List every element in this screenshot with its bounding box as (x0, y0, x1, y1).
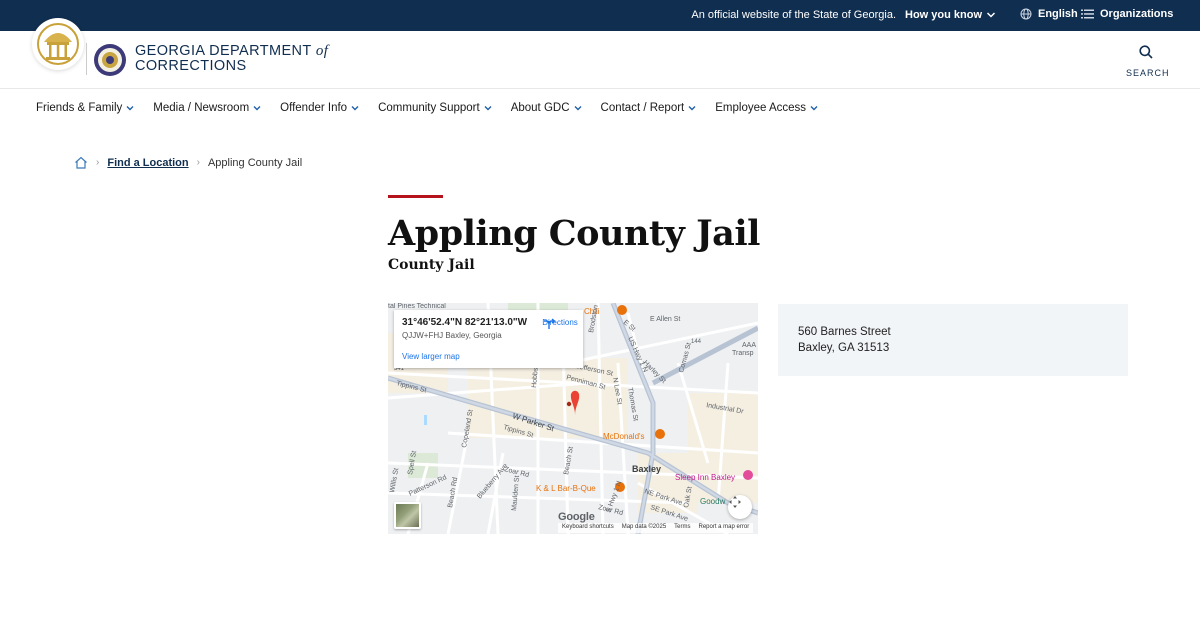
chevron-down-icon (484, 106, 492, 111)
home-icon[interactable] (74, 156, 88, 169)
move-icon (729, 496, 741, 508)
directions-button[interactable]: Directions (542, 318, 578, 329)
georgia-seal-logo[interactable] (32, 18, 84, 70)
address-line-2: Baxley, GA 31513 (798, 342, 890, 354)
how-you-know-label: How you know (905, 9, 982, 21)
address-line-1: 560 Barnes Street (798, 326, 891, 338)
nav-item-employee-access[interactable]: Employee Access (715, 102, 819, 114)
map-label: K & L Bar-B-Que (536, 484, 596, 493)
nav-label: About GDC (510, 102, 570, 114)
brand-line-2: CORRECTIONS (135, 58, 247, 74)
breadcrumb-separator: › (96, 157, 100, 168)
nav-item-friends-family[interactable]: Friends & Family (36, 102, 135, 114)
title-accent-bar (388, 195, 443, 198)
brand-of: of (315, 43, 329, 59)
address-box: 560 Barnes Street Baxley, GA 31513 (778, 304, 1128, 376)
globe-icon (1020, 8, 1032, 20)
nav-label: Friends & Family (36, 102, 123, 114)
nav-item-contact-report[interactable]: Contact / Report (601, 102, 698, 114)
chevron-down-icon (810, 106, 818, 111)
map-plus-code: QJJW+FHJ Baxley, Georgia (402, 331, 502, 340)
site-header: GEORGIA DEPARTMENT of CORRECTIONS SEARCH (0, 18, 1200, 89)
nav-label: Contact / Report (600, 102, 685, 114)
organizations-label: Organizations (1100, 8, 1174, 20)
google-logo: Google (558, 511, 595, 523)
breadcrumb-find-location[interactable]: Find a Location (107, 157, 188, 169)
nav-item-offender-info[interactable]: Offender Info (280, 102, 360, 114)
official-banner: An official website of the State of Geor… (0, 0, 1200, 31)
page-subtitle: County Jail (388, 257, 475, 273)
map-coordinates: 31°46'52.4"N 82°21'13.0"W (402, 317, 528, 328)
map-label: 144 (691, 339, 702, 345)
brand-divider (86, 43, 87, 75)
agency-name[interactable]: GEORGIA DEPARTMENT of CORRECTIONS (135, 44, 328, 74)
page-title: Appling County Jail (388, 213, 760, 254)
chevron-down-icon (574, 106, 582, 111)
terms-link[interactable]: Terms (674, 524, 690, 532)
chevron-down-icon (688, 106, 696, 111)
brand-line-1: GEORGIA DEPARTMENT (135, 43, 312, 59)
list-icon (1081, 9, 1094, 19)
organizations-menu[interactable]: Organizations (1081, 8, 1173, 20)
nav-label: Offender Info (280, 102, 348, 114)
map-label: Transp (732, 350, 754, 357)
search-label: SEARCH (1126, 68, 1170, 78)
language-selector[interactable]: English (1020, 8, 1078, 20)
map-label: E Allen St (650, 316, 680, 323)
map-label: Baxley (632, 464, 661, 474)
map-footer: Keyboard shortcuts Map data ©2025 Terms … (558, 523, 754, 533)
map-camera-control[interactable] (728, 495, 752, 519)
map-label: Goodw (700, 497, 726, 506)
official-site-text: An official website of the State of Geor… (691, 9, 896, 21)
nav-item-community-support[interactable]: Community Support (378, 102, 493, 114)
nav-label: Employee Access (715, 102, 807, 114)
how-you-know-toggle[interactable]: How you know (905, 9, 996, 21)
directions-icon (544, 318, 556, 329)
map-info-card: 31°46'52.4"N 82°21'13.0"W QJJW+FHJ Baxle… (394, 310, 583, 368)
chevron-down-icon (986, 12, 996, 18)
chevron-down-icon (253, 106, 261, 111)
nav-item-about-gdc[interactable]: About GDC (511, 102, 583, 114)
main-nav: Friends & Family Media / Newsroom Offend… (36, 102, 819, 114)
keyboard-shortcuts-link[interactable]: Keyboard shortcuts (562, 524, 614, 532)
language-label: English (1038, 8, 1078, 20)
chevron-down-icon (351, 106, 359, 111)
search-button[interactable]: SEARCH (1126, 45, 1170, 78)
report-map-error-link[interactable]: Report a map error (699, 524, 750, 532)
location-map[interactable]: tal Pines Technical Chili E Allen St E S… (388, 303, 758, 534)
nav-label: Media / Newsroom (153, 102, 250, 114)
gdc-seal-logo[interactable] (93, 43, 127, 77)
breadcrumb: › Find a Location › Appling County Jail (74, 156, 302, 169)
map-label: AAA (742, 342, 756, 349)
map-label: tal Pines Technical (388, 303, 446, 310)
breadcrumb-separator: › (196, 157, 200, 168)
map-data-text: Map data ©2025 (621, 524, 667, 530)
nav-item-media-newsroom[interactable]: Media / Newsroom (153, 102, 262, 114)
breadcrumb-current: Appling County Jail (207, 156, 303, 169)
map-label: Sleep Inn Baxley (675, 473, 735, 482)
view-larger-map-link[interactable]: View larger map (402, 352, 460, 361)
search-icon (1139, 45, 1153, 59)
nav-label: Community Support (378, 102, 480, 114)
map-label: McDonald's (603, 432, 645, 441)
chevron-down-icon (126, 106, 134, 111)
satellite-toggle[interactable] (394, 502, 421, 529)
